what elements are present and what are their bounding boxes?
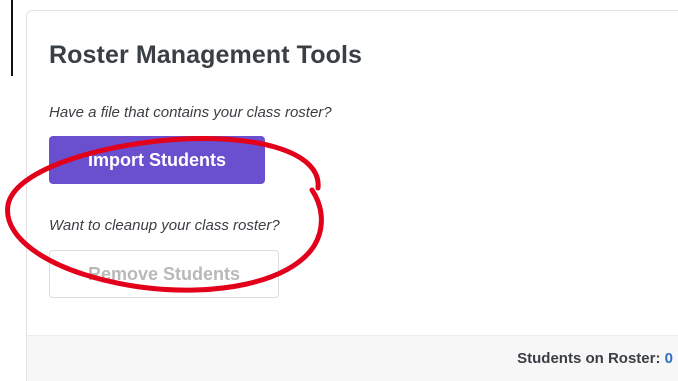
remove-prompt-text: Want to cleanup your class roster? (49, 217, 280, 234)
window-edge (11, 0, 13, 76)
students-on-roster: Students on Roster: 0 (517, 350, 673, 367)
students-on-roster-label: Students on Roster: (517, 350, 661, 367)
remove-students-button[interactable]: Remove Students (49, 250, 279, 298)
card-title: Roster Management Tools (49, 41, 362, 69)
students-on-roster-count[interactable]: 0 (665, 350, 673, 367)
card-footer: Students on Roster: 0 (27, 335, 678, 381)
roster-tools-card: Roster Management Tools Have a file that… (26, 10, 678, 381)
import-prompt-text: Have a file that contains your class ros… (49, 104, 332, 121)
import-students-button[interactable]: Import Students (49, 136, 265, 184)
page: Roster Management Tools Have a file that… (0, 0, 678, 381)
